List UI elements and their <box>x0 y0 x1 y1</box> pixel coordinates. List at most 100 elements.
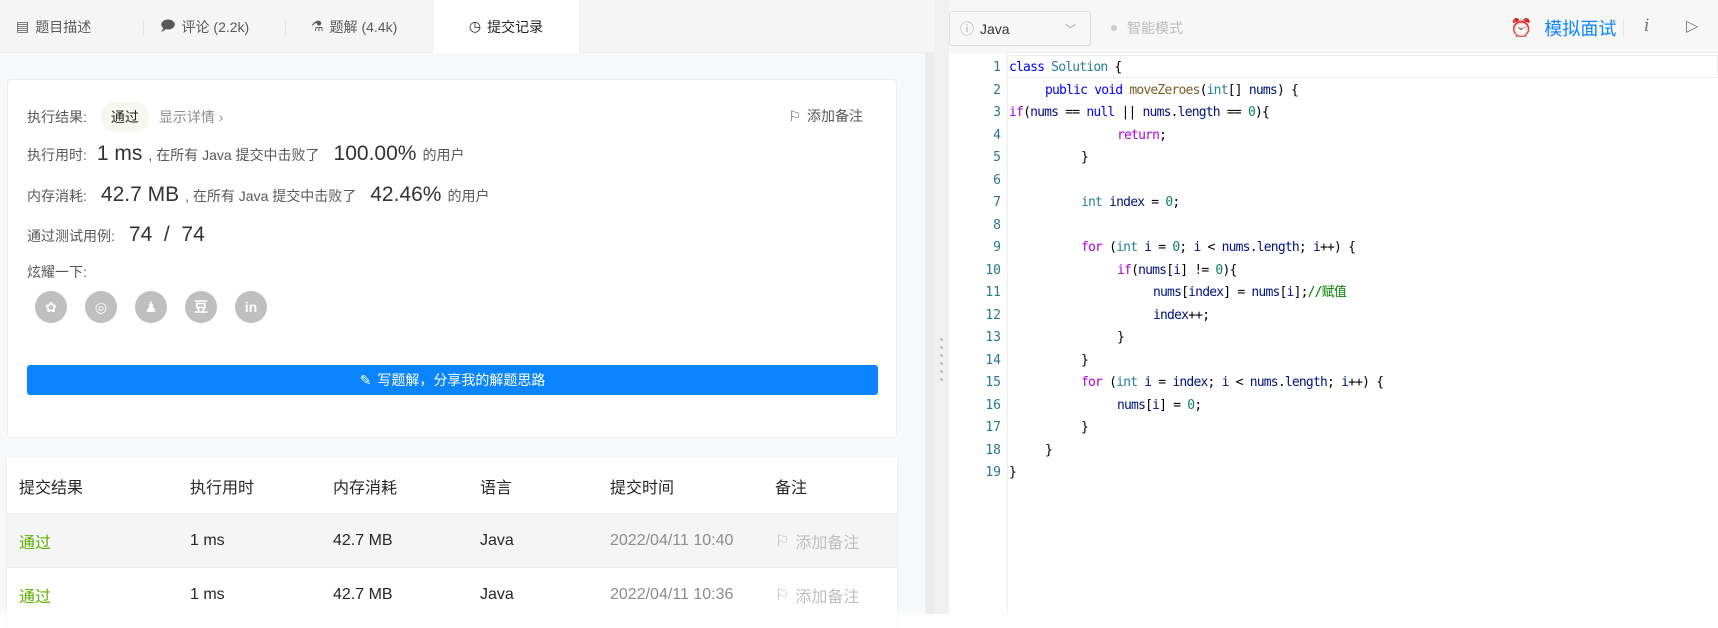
code-text: class Solution { <box>1009 57 1122 80</box>
code-token: } <box>1009 150 1089 165</box>
left-scrollbar[interactable] <box>925 53 935 614</box>
description-icon: ▤ <box>16 18 30 34</box>
code-line: 4 return; <box>949 125 1383 148</box>
code-line: 5 } <box>949 147 1383 170</box>
flag-icon[interactable]: ▷ <box>1686 16 1698 36</box>
write-solution-button[interactable]: ✎ 写题解，分享我的解题思路 <box>27 365 878 395</box>
mock-interview-button[interactable]: ⏰ 模拟面试 <box>1510 15 1616 41</box>
code-editor[interactable]: 1 class Solution {2 public void moveZeroe… <box>949 53 1718 614</box>
tab-description[interactable]: ▤ 题目描述 <box>16 0 144 53</box>
code-token: null <box>1086 105 1115 120</box>
code-line: 6 <box>949 170 1383 193</box>
language-select[interactable]: ⓘ Java ﹀ <box>949 11 1091 46</box>
code-text: if(nums == null || nums.length == 0){ <box>1009 102 1270 125</box>
memory-row: 内存消耗: 42.7 MB , 在所有 Java 提交中击败了 42.46% 的… <box>27 183 490 206</box>
code-token: int <box>1009 195 1110 210</box>
table-row[interactable]: 通过 1 ms 42.7 MB Java 2022/04/11 10:36 ⚐ 添… <box>7 567 897 621</box>
code-line: 18 } <box>949 440 1383 463</box>
code-token: return <box>1009 127 1160 143</box>
code-token: index <box>1109 195 1145 210</box>
code-token: void <box>1094 82 1130 98</box>
code-token: nums <box>1251 285 1280 300</box>
code-token: i <box>1312 240 1321 255</box>
code-token: ( <box>1199 82 1208 98</box>
code-token: i <box>1221 375 1230 390</box>
code-text: for (int i = index; i < nums.length; i++… <box>1009 372 1384 395</box>
code-line: 7 int index = 0; <box>949 192 1383 215</box>
code-line: 1 class Solution { <box>949 57 1383 80</box>
code-line: 13 } <box>949 327 1383 350</box>
code-token: index <box>1172 375 1208 390</box>
show-detail-link[interactable]: 显示详情 › <box>159 107 224 127</box>
code-token: nums <box>1009 285 1182 300</box>
code-token: int <box>1116 240 1145 255</box>
line-number: 5 <box>993 150 1001 165</box>
code-line: 16 nums[i] = 0; <box>949 395 1383 418</box>
code-token: nums <box>1249 375 1279 390</box>
code-text: public void moveZeroes(int[] nums) { <box>1009 80 1299 103</box>
code-text: } <box>1009 327 1125 350</box>
weibo-icon[interactable]: ◎ <box>85 291 117 323</box>
code-token: < <box>1200 240 1222 255</box>
add-note-button[interactable]: ⚐ 添加备注 <box>788 106 863 126</box>
code-token: . <box>1277 375 1286 390</box>
flag-icon: ⚐ <box>788 107 801 124</box>
code-token: class <box>1009 60 1052 75</box>
code-text: } <box>1009 417 1089 440</box>
share-label: 炫耀一下: <box>27 264 87 280</box>
code-token: for <box>1009 375 1110 390</box>
code-token: nums <box>1142 105 1172 120</box>
tab-bar: ▤ 题目描述 🗩 评论 (2.2k) ⚗ 题解 (4.4k) ◷ 提交记录 <box>0 0 935 53</box>
douban-icon[interactable]: 豆 <box>185 291 217 323</box>
line-number: 17 <box>985 420 1001 435</box>
line-number: 6 <box>993 172 1001 188</box>
code-token: ++; <box>1188 307 1210 323</box>
submissions-table: 提交结果 执行用时 内存消耗 语言 提交时间 备注 通过 1 ms 42.7 M… <box>7 458 897 628</box>
info-circle-icon: ⓘ <box>960 20 974 37</box>
code-line: 15 for (int i = index; i < nums.length; … <box>949 372 1384 395</box>
code-token: ++) { <box>1348 375 1384 390</box>
add-note-button[interactable]: ⚐ 添加备注 <box>775 529 859 553</box>
code-token: //赋值 <box>1307 285 1347 300</box>
code-token: = <box>1151 375 1173 390</box>
line-number: 1 <box>993 60 1001 75</box>
info-button[interactable]: i <box>1644 16 1649 36</box>
comment-icon: 🗩 <box>160 16 176 33</box>
code-token: int <box>1116 375 1145 390</box>
linkedin-icon[interactable]: in <box>235 291 267 323</box>
tab-solutions[interactable]: ⚗ 题解 (4.4k) <box>311 0 431 53</box>
code-token: ; <box>1172 195 1180 210</box>
code-token: ) { <box>1276 82 1299 98</box>
code-text: nums[index] = nums[i];//赋值 <box>1009 282 1347 305</box>
qq-icon[interactable]: ♟ <box>135 291 167 323</box>
tab-submissions[interactable]: ◷ 提交记录 <box>432 0 580 53</box>
editor-toolbar: ⓘ Java ﹀ 智能模式 ⏰ 模拟面试 i ▷ <box>949 0 1718 53</box>
table-header: 提交结果 执行用时 内存消耗 语言 提交时间 备注 <box>19 479 808 497</box>
status-link[interactable]: 通过 <box>19 529 51 553</box>
code-token: ; <box>1159 127 1167 143</box>
add-note-button[interactable]: ⚐ 添加备注 <box>775 583 859 607</box>
code-token: moveZeroes <box>1129 82 1200 98</box>
code-line: 14 } <box>949 350 1383 373</box>
line-number: 11 <box>985 285 1001 300</box>
smart-mode-toggle[interactable]: 智能模式 <box>1111 18 1183 38</box>
table-row[interactable]: 通过 1 ms 42.7 MB Java 2022/04/11 10:40 ⚐ 添… <box>7 513 897 567</box>
line-number: 4 <box>993 127 1001 143</box>
code-line: 19} <box>949 462 1383 485</box>
line-number: 16 <box>985 397 1001 413</box>
result-row: 执行结果: 通过 显示详情 › <box>27 102 223 132</box>
tab-comments[interactable]: 🗩 评论 (2.2k) <box>160 0 286 53</box>
code-token: } <box>1009 330 1125 345</box>
code-token: . <box>1170 105 1179 120</box>
panel-resize-handle[interactable] <box>935 0 949 614</box>
result-card: 执行结果: 通过 显示详情 › ⚐ 添加备注 执行用时: 1 ms , 在所有 J… <box>7 79 897 438</box>
code-token: int <box>1206 82 1229 98</box>
code-token: = <box>1151 240 1173 255</box>
code-token: ; <box>1207 375 1222 390</box>
code-token: [] <box>1227 82 1249 98</box>
line-number: 12 <box>985 307 1001 323</box>
wechat-icon[interactable]: ✿ <box>35 291 67 323</box>
code-lines[interactable]: 1 class Solution {2 public void moveZeroe… <box>949 57 1384 485</box>
status-link[interactable]: 通过 <box>19 583 51 607</box>
line-number: 13 <box>985 330 1001 345</box>
